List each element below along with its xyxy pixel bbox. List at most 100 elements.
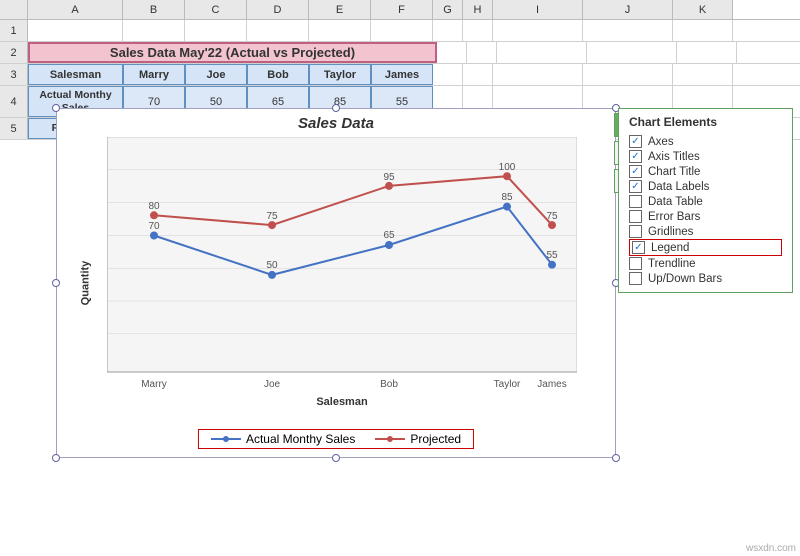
label-trendline: Trendline	[648, 258, 696, 270]
col-header-l: K	[673, 0, 733, 19]
cell-d1[interactable]	[247, 20, 309, 41]
y-axis-title: Quantity	[79, 261, 91, 306]
col-header-g: F	[371, 0, 433, 19]
svg-text:70: 70	[148, 221, 160, 232]
panel-item-updown-bars[interactable]: Up/Down Bars	[629, 271, 782, 286]
panel-item-chart-title[interactable]: ✓ Chart Title	[629, 164, 782, 179]
checkbox-gridlines[interactable]	[629, 225, 642, 238]
checkbox-legend[interactable]: ✓	[632, 241, 645, 254]
title-cell[interactable]: Sales Data May'22 (Actual vs Projected)	[28, 42, 437, 63]
cell-james-header[interactable]: James	[371, 64, 433, 85]
svg-text:James: James	[537, 379, 566, 390]
row-2: 2 Sales Data May'22 (Actual vs Projected…	[0, 42, 800, 64]
checkbox-axis-titles[interactable]: ✓	[629, 150, 642, 163]
cell-f1[interactable]	[371, 20, 433, 41]
col-header-e: D	[247, 0, 309, 19]
cell-e1[interactable]	[309, 20, 371, 41]
col-header-b: A	[28, 0, 123, 19]
col-header-j: I	[493, 0, 583, 19]
cell-h2[interactable]	[467, 42, 497, 63]
cell-g3[interactable]	[433, 64, 463, 85]
svg-text:95: 95	[383, 172, 395, 183]
label-data-table: Data Table	[648, 196, 703, 208]
svg-text:Salesman: Salesman	[316, 396, 368, 407]
chart-title: Sales Data	[57, 109, 615, 134]
col-header-d: C	[185, 0, 247, 19]
spreadsheet: A B C D E F G H I J K 1 2 Sales Data May…	[0, 0, 800, 556]
svg-text:Taylor: Taylor	[494, 379, 521, 390]
column-headers: A B C D E F G H I J K	[0, 0, 800, 20]
svg-text:100: 100	[499, 162, 516, 173]
svg-text:80: 80	[148, 201, 160, 212]
cell-g2[interactable]	[437, 42, 467, 63]
watermark: wsxdn.com	[746, 543, 796, 554]
checkbox-trendline[interactable]	[629, 257, 642, 270]
chart-legend: Actual Monthy Sales Projected	[198, 429, 474, 449]
panel-item-error-bars[interactable]: Error Bars	[629, 209, 782, 224]
label-axis-titles: Axis Titles	[648, 151, 700, 163]
cell-k2[interactable]	[677, 42, 737, 63]
checkbox-error-bars[interactable]	[629, 210, 642, 223]
legend-projected-label: Projected	[410, 432, 461, 446]
panel-item-axes[interactable]: ✓ Axes	[629, 134, 782, 149]
svg-text:Joe: Joe	[264, 379, 281, 390]
cell-h3[interactable]	[463, 64, 493, 85]
cell-bob-header[interactable]: Bob	[247, 64, 309, 85]
cell-c1[interactable]	[185, 20, 247, 41]
cell-j3[interactable]	[583, 64, 673, 85]
cell-joe-header[interactable]: Joe	[185, 64, 247, 85]
checkbox-axes[interactable]: ✓	[629, 135, 642, 148]
col-header-k: J	[583, 0, 673, 19]
row-num-5: 5	[0, 118, 28, 139]
cell-k3[interactable]	[673, 64, 733, 85]
svg-text:Bob: Bob	[380, 379, 398, 390]
panel-item-data-table[interactable]: Data Table	[629, 194, 782, 209]
cell-h1[interactable]	[463, 20, 493, 41]
legend-actual-label: Actual Monthy Sales	[246, 432, 355, 446]
legend-projected-icon	[375, 433, 405, 445]
cell-b1[interactable]	[123, 20, 185, 41]
cell-i2[interactable]	[497, 42, 587, 63]
chart-container[interactable]: Sales Data Quantity 0 20 40 60 80	[56, 108, 616, 458]
legend-actual-icon	[211, 433, 241, 445]
panel-item-legend[interactable]: ✓ Legend	[629, 239, 782, 256]
checkbox-data-table[interactable]	[629, 195, 642, 208]
svg-text:75: 75	[546, 211, 558, 222]
svg-text:65: 65	[383, 230, 395, 241]
panel-item-gridlines[interactable]: Gridlines	[629, 224, 782, 239]
row-num-2: 2	[0, 42, 28, 63]
cell-g1[interactable]	[433, 20, 463, 41]
panel-title: Chart Elements	[629, 115, 782, 129]
label-gridlines: Gridlines	[648, 226, 693, 238]
cell-salesman-header[interactable]: Salesman	[28, 64, 123, 85]
chart-svg: 0 20 40 60 80 100 120	[107, 137, 577, 407]
checkbox-chart-title[interactable]: ✓	[629, 165, 642, 178]
svg-text:50: 50	[266, 260, 278, 271]
legend-projected: Projected	[375, 432, 461, 446]
cell-k1[interactable]	[673, 20, 733, 41]
cell-j2[interactable]	[587, 42, 677, 63]
row-3: 3 Salesman Marry Joe Bob Taylor James	[0, 64, 800, 86]
svg-text:85: 85	[501, 192, 513, 203]
row-num-3: 3	[0, 64, 28, 85]
checkbox-updown-bars[interactable]	[629, 272, 642, 285]
col-header-f: E	[309, 0, 371, 19]
cell-taylor-header[interactable]: Taylor	[309, 64, 371, 85]
panel-item-data-labels[interactable]: ✓ Data Labels	[629, 179, 782, 194]
col-header-i: H	[463, 0, 493, 19]
svg-text:75: 75	[266, 211, 278, 222]
cell-i3[interactable]	[493, 64, 583, 85]
row-num-1: 1	[0, 20, 28, 41]
cell-marry-header[interactable]: Marry	[123, 64, 185, 85]
checkbox-data-labels[interactable]: ✓	[629, 180, 642, 193]
corner-cell	[0, 0, 28, 19]
panel-item-axis-titles[interactable]: ✓ Axis Titles	[629, 149, 782, 164]
row-1: 1	[0, 20, 800, 42]
cell-a1[interactable]	[28, 20, 123, 41]
cell-i1[interactable]	[493, 20, 583, 41]
svg-text:55: 55	[546, 250, 558, 261]
label-updown-bars: Up/Down Bars	[648, 273, 722, 285]
cell-j1[interactable]	[583, 20, 673, 41]
panel-item-trendline[interactable]: Trendline	[629, 256, 782, 271]
row-num-4: 4	[0, 86, 28, 117]
